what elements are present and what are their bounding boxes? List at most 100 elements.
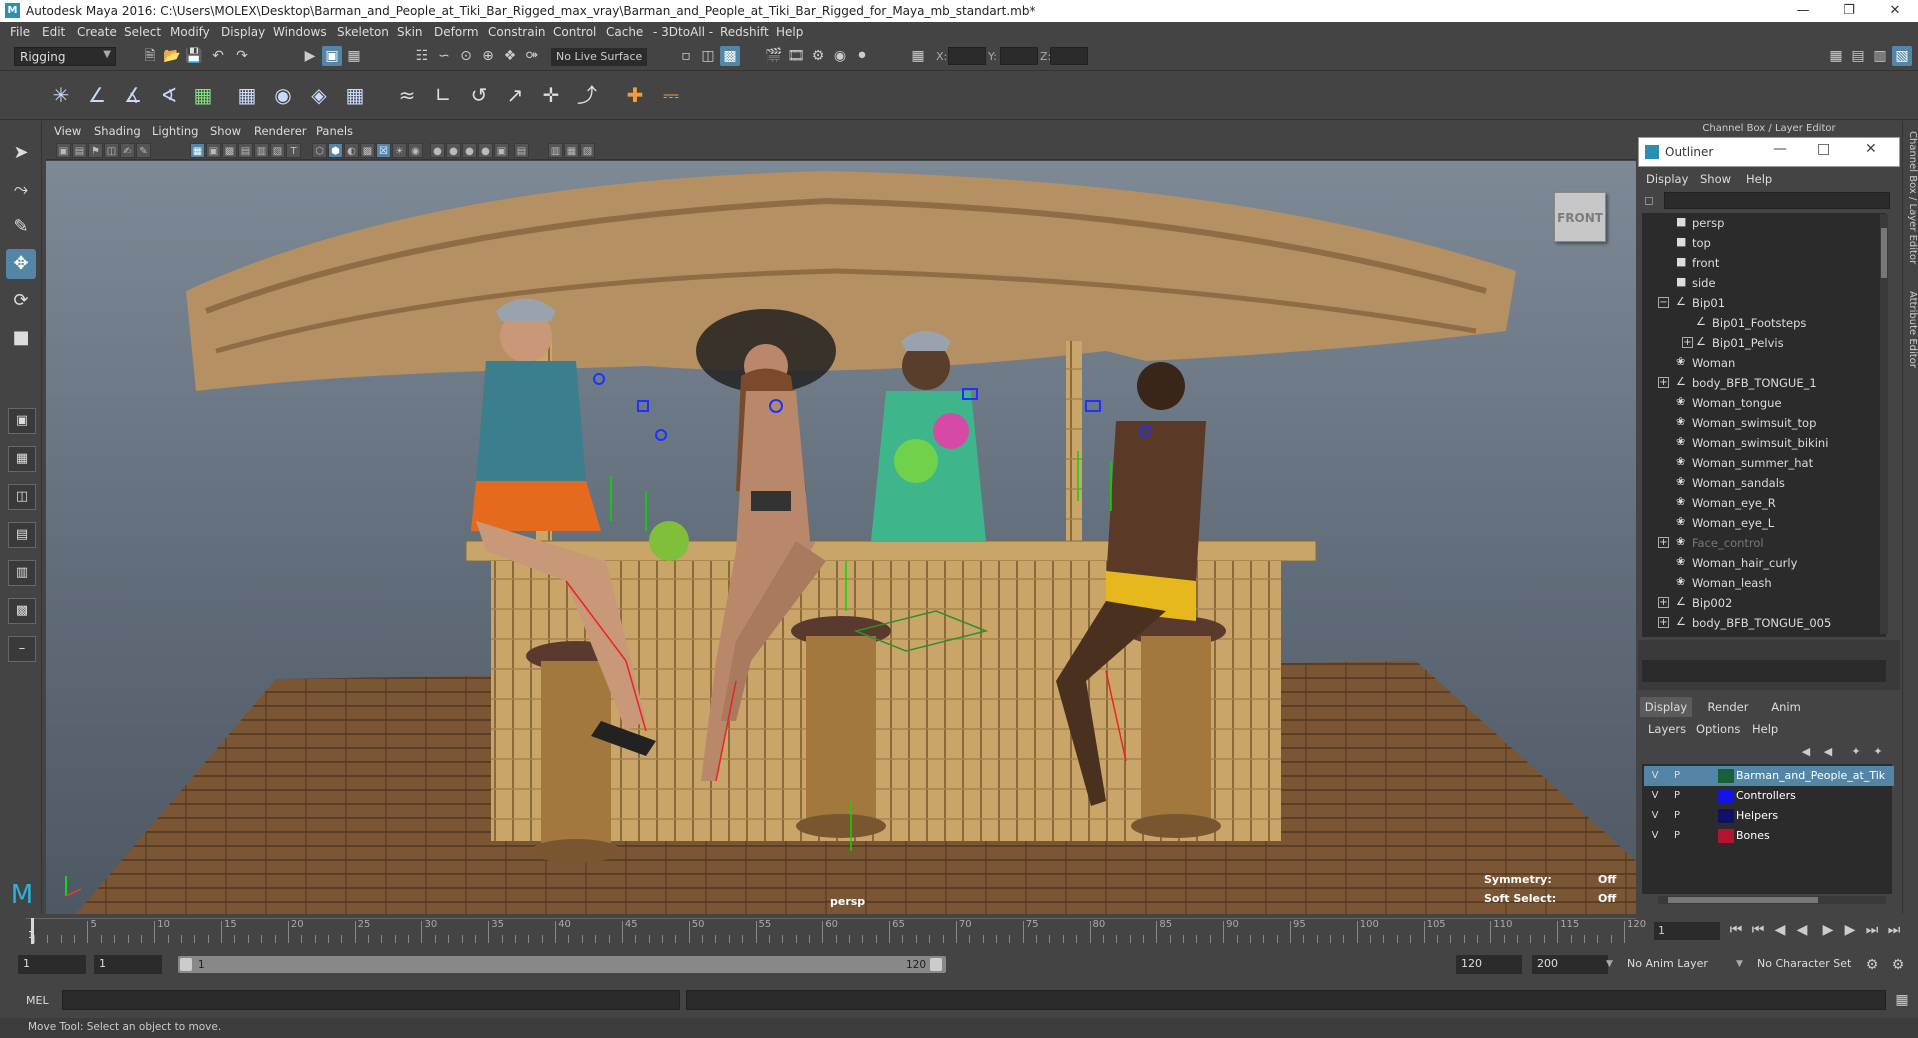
resolution-gate-icon[interactable]: ▩	[222, 143, 237, 158]
ik-spline-icon[interactable]: ∡	[118, 80, 148, 110]
anti-alias-icon[interactable]: ●	[462, 143, 477, 158]
outliner-item[interactable]: body_BFB_TONGUE_005	[1692, 613, 1831, 633]
xray-icon[interactable]: ▤	[514, 143, 529, 158]
layer-color-swatch[interactable]	[1718, 789, 1734, 803]
tab-display[interactable]: Display	[1640, 697, 1692, 717]
modeling-toolkit-icon[interactable]: ▦	[1826, 46, 1846, 66]
joint-tool-icon[interactable]: ✳	[46, 80, 76, 110]
lattice-icon[interactable]: ▦	[232, 80, 262, 110]
exposure-icon[interactable]: ▧	[580, 143, 595, 158]
outliner-item[interactable]: Bip01_Footsteps	[1712, 313, 1806, 333]
current-time-marker[interactable]	[31, 918, 34, 944]
outliner-item[interactable]: Woman_sandals	[1692, 473, 1785, 493]
transform-mode-icon[interactable]: ▦	[908, 46, 928, 66]
menu-set-dropdown[interactable]: Rigging ▼	[14, 47, 116, 66]
make-live-icon[interactable]: ⚩	[522, 46, 542, 66]
snap-grid-icon[interactable]: ☷	[412, 46, 432, 66]
expand-icon[interactable]: +	[1658, 617, 1669, 628]
snap-point-icon[interactable]: ⊙	[456, 46, 476, 66]
open-scene-icon[interactable]: 📂	[162, 46, 182, 66]
layer-row[interactable]: V P Controllers	[1644, 786, 1894, 806]
render-view-icon[interactable]: ⚫	[852, 46, 872, 66]
character-set-dropdown[interactable]: No Character Set	[1752, 955, 1862, 974]
motion-blur-icon[interactable]: ●	[446, 143, 461, 158]
z-field[interactable]	[1050, 47, 1088, 65]
parent-constraint-icon[interactable]: ✛	[536, 80, 566, 110]
outliner-close-icon[interactable]: ✕	[1865, 141, 1877, 157]
layer-scrollbar[interactable]	[1658, 896, 1886, 904]
snap-projected-icon[interactable]: ⊕	[478, 46, 498, 66]
layer-row[interactable]: V P Bones	[1644, 826, 1894, 846]
move-layer-up-icon[interactable]: ◀	[1796, 742, 1816, 762]
step-back-key-icon[interactable]: ◀	[1770, 920, 1790, 940]
wireframe-on-shaded-icon[interactable]: ◐	[344, 143, 359, 158]
anim-layer-dropdown[interactable]: No Anim Layer	[1622, 955, 1734, 974]
safe-title-icon[interactable]: T	[286, 143, 301, 158]
collapse-icon[interactable]: −	[1658, 297, 1669, 308]
play-back-icon[interactable]: ◀	[1792, 920, 1812, 940]
outliner-layout-icon[interactable]: ▤	[8, 522, 36, 548]
animation-start-field[interactable]: 1	[18, 955, 86, 974]
layer-color-swatch[interactable]	[1718, 809, 1734, 823]
close-icon[interactable]: ✕	[1872, 0, 1918, 22]
menu-control[interactable]: Control	[553, 25, 596, 39]
layer-menu-layers[interactable]: Layers	[1648, 722, 1686, 736]
menu-file[interactable]: File	[10, 25, 30, 39]
side-by-side-layout-icon[interactable]: ◫	[8, 484, 36, 510]
step-forward-icon[interactable]: ⏭	[1862, 920, 1882, 940]
construction-history-on-icon[interactable]: ▩	[720, 46, 740, 66]
smooth-shade-icon[interactable]: ⬢	[328, 143, 343, 158]
expand-icon[interactable]: +	[1658, 597, 1669, 608]
layer-menu-help[interactable]: Help	[1752, 722, 1778, 736]
render-settings-icon[interactable]: ⚙	[808, 46, 828, 66]
outliner-item[interactable]: Woman_leash	[1692, 573, 1772, 593]
select-object-icon[interactable]: ▣	[322, 46, 342, 66]
go-to-start-icon[interactable]: ⏮	[1726, 920, 1746, 940]
grease-pencil-icon[interactable]: ✎	[136, 143, 151, 158]
shadows-icon[interactable]: ◉	[408, 143, 423, 158]
toggle-hud-icon[interactable]: ▦	[564, 143, 579, 158]
animation-preferences-icon[interactable]: ⚙	[1888, 955, 1908, 975]
image-plane-icon[interactable]: ◫	[104, 143, 119, 158]
menu-edit[interactable]: Edit	[42, 25, 65, 39]
panel-menu-view[interactable]: View	[54, 124, 81, 138]
use-lights-icon[interactable]: ☀	[392, 143, 407, 158]
hypershade-icon[interactable]: ◉	[830, 46, 850, 66]
custom-layout-icon[interactable]: –	[8, 636, 36, 662]
add-influence-icon[interactable]: ✚	[620, 80, 650, 110]
outliner-minimize-icon[interactable]: —	[1773, 141, 1787, 157]
range-slider[interactable]	[178, 956, 946, 973]
layer-color-swatch[interactable]	[1718, 829, 1734, 843]
step-back-icon[interactable]: ⏮	[1748, 920, 1768, 940]
single-view-layout-icon[interactable]: ▣	[8, 408, 36, 434]
new-layer-icon[interactable]: ✦	[1846, 742, 1866, 762]
go-to-end-icon[interactable]: ⏭	[1884, 920, 1904, 940]
render-layout-icon[interactable]: ▩	[8, 598, 36, 624]
smooth-bind-icon[interactable]: ▦	[188, 80, 218, 110]
grid-toggle-icon[interactable]: ▦	[190, 143, 205, 158]
snap-curve-icon[interactable]: ∽	[434, 46, 454, 66]
outliner-menu-help[interactable]: Help	[1746, 172, 1772, 186]
layer-visibility-toggle[interactable]: V	[1646, 808, 1664, 824]
gate-mask-icon[interactable]: ▤	[238, 143, 253, 158]
outliner-menu-show[interactable]: Show	[1700, 172, 1731, 186]
outliner-item[interactable]: Woman_swimsuit_top	[1692, 413, 1816, 433]
outliner-item[interactable]: Woman_tongue	[1692, 393, 1782, 413]
orient-constraint-icon[interactable]: ↺	[464, 80, 494, 110]
auto-key-icon[interactable]: ⚙	[1862, 955, 1882, 975]
menu-select[interactable]: Select	[124, 25, 161, 39]
range-start-handle[interactable]	[180, 958, 192, 971]
outliner-maximize-icon[interactable]: □	[1817, 141, 1830, 157]
playback-end-field[interactable]: 120	[1456, 955, 1522, 974]
panel-menu-shading[interactable]: Shading	[94, 124, 141, 138]
textured-icon[interactable]: ▩	[360, 143, 375, 158]
menu-modify[interactable]: Modify	[170, 25, 210, 39]
layer-visibility-toggle[interactable]: V	[1646, 768, 1664, 784]
scale-constraint-icon[interactable]: ↗	[500, 80, 530, 110]
outliner-item[interactable]: Bip01	[1692, 293, 1725, 313]
expand-icon[interactable]: +	[1682, 337, 1693, 348]
ambient-occlusion-icon[interactable]: ●	[430, 143, 445, 158]
move-tool-icon[interactable]: ✥	[6, 249, 36, 279]
panel-menu-renderer[interactable]: Renderer	[254, 124, 307, 138]
select-tool-icon[interactable]: ➤	[6, 138, 36, 168]
